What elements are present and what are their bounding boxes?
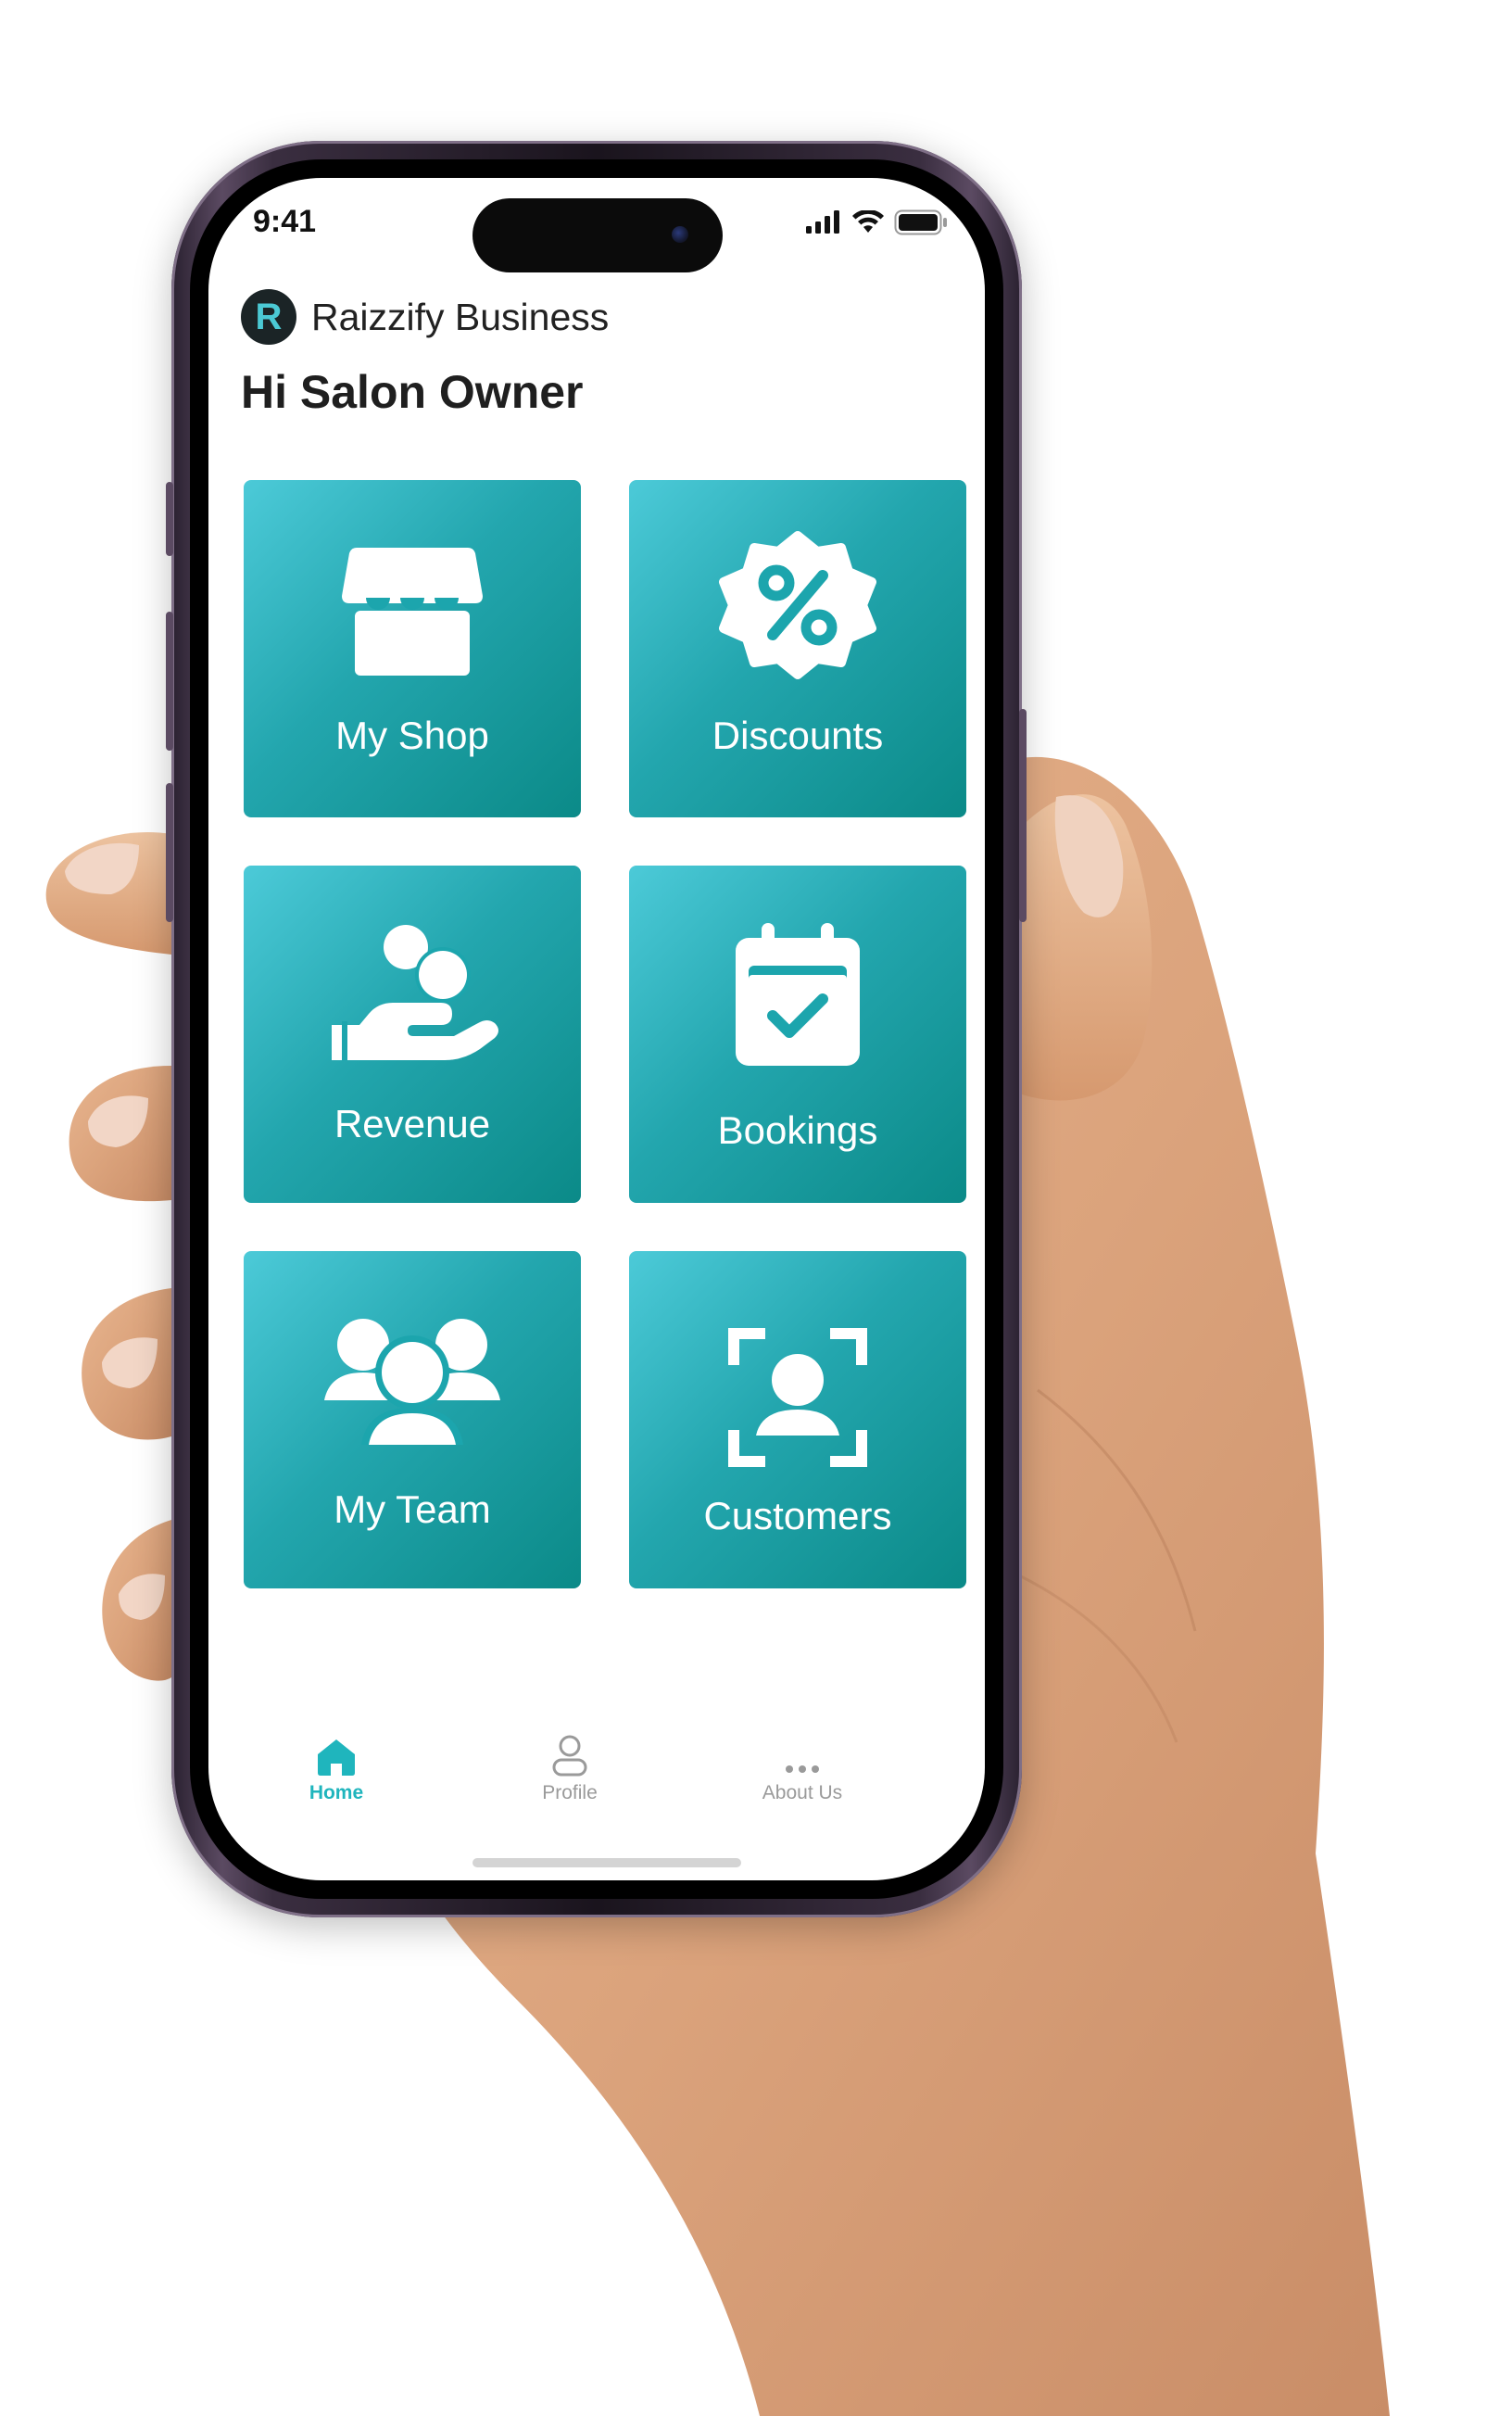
front-camera-icon: [672, 226, 688, 243]
customer-scan-icon: [629, 1323, 966, 1472]
dynamic-island: [472, 198, 723, 272]
status-icons: [805, 209, 948, 235]
home-indicator[interactable]: [472, 1858, 741, 1867]
tile-customers[interactable]: Customers: [629, 1251, 966, 1588]
tab-home[interactable]: Home: [244, 1728, 429, 1804]
battery-icon: [894, 209, 947, 235]
hand-coins-icon: [244, 921, 581, 1069]
tile-bookings[interactable]: Bookings: [629, 866, 966, 1203]
phone-power-button: [1019, 709, 1027, 922]
app-screen: 9:41 R Raizzify Business Hi Salon Owner: [208, 178, 985, 1880]
brand-logo: R: [241, 289, 296, 345]
more-dots-icon: [710, 1728, 895, 1777]
phone-side-button: [166, 482, 173, 556]
tab-profile[interactable]: Profile: [477, 1728, 662, 1804]
calendar-check-icon: [629, 921, 966, 1069]
tile-discounts[interactable]: Discounts: [629, 480, 966, 817]
signal-icon: [806, 210, 839, 234]
tile-my-shop[interactable]: My Shop: [244, 480, 581, 817]
tab-label: Home: [309, 1782, 364, 1803]
tile-label: My Shop: [335, 714, 489, 757]
greeting-title: Hi Salon Owner: [241, 366, 584, 418]
phone-volume-up-button: [166, 612, 173, 751]
phone-volume-down-button: [166, 783, 173, 922]
wifi-icon: [852, 210, 884, 233]
tab-label: Profile: [542, 1782, 598, 1803]
shop-icon: [244, 536, 581, 684]
status-time: 9:41: [253, 204, 317, 239]
tile-label: Revenue: [334, 1102, 491, 1145]
discount-badge-icon: [629, 531, 966, 684]
tile-label: Discounts: [712, 714, 884, 757]
brand-header: R Raizzify Business: [241, 289, 609, 345]
tab-about-us[interactable]: About Us: [710, 1728, 895, 1804]
team-icon: [244, 1307, 581, 1455]
tab-label: About Us: [762, 1782, 843, 1803]
tile-label: My Team: [334, 1487, 491, 1531]
tile-label: Customers: [703, 1494, 892, 1537]
tile-revenue[interactable]: Revenue: [244, 866, 581, 1203]
home-icon: [244, 1728, 429, 1777]
profile-icon: [477, 1728, 662, 1777]
tile-my-team[interactable]: My Team: [244, 1251, 581, 1588]
tile-label: Bookings: [717, 1108, 878, 1152]
brand-name: Raizzify Business: [311, 295, 610, 338]
